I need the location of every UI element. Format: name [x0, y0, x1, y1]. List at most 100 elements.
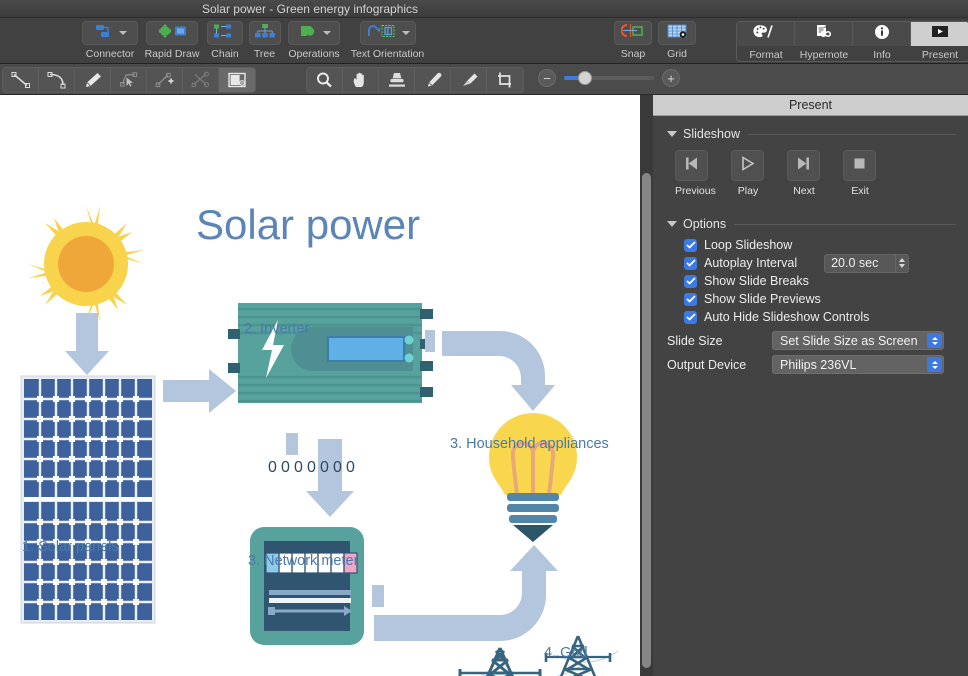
slideshow-section-title: Slideshow	[683, 127, 740, 141]
snap-button[interactable]	[614, 21, 652, 45]
select-arrows-icon[interactable]	[927, 333, 942, 348]
eraser-tool[interactable]	[451, 68, 487, 92]
label-inverter[interactable]: 2. Inverter	[244, 321, 309, 337]
checkbox-checked-icon[interactable]	[684, 238, 697, 252]
info-button[interactable]: Info	[853, 22, 911, 61]
output-device-value: Philips 236VL	[780, 357, 857, 372]
zoom-slider[interactable]	[564, 71, 654, 85]
sun-illustration	[28, 206, 144, 322]
checkbox-checked-icon[interactable]	[684, 274, 697, 288]
delete-node-tool[interactable]	[183, 68, 219, 92]
disclosure-triangle-icon[interactable]	[667, 221, 677, 227]
format-label: Format	[749, 49, 783, 61]
label-grid[interactable]: 4. Grid	[544, 645, 588, 661]
chain-icon	[212, 23, 238, 44]
zoom-in-button[interactable]: +	[662, 69, 680, 87]
toolbar-group-rapid-draw[interactable]: Rapid Draw	[144, 21, 200, 60]
chevron-down-icon[interactable]	[323, 31, 331, 35]
previous-label: Previous	[675, 185, 716, 197]
disclosure-triangle-icon[interactable]	[667, 131, 677, 137]
line-tool[interactable]	[3, 68, 39, 92]
toolbar-group-operations[interactable]: Operations	[285, 21, 343, 60]
tree-label: Tree	[253, 48, 276, 60]
draw-tools-strip	[2, 67, 256, 93]
crop-mask-tool[interactable]	[219, 68, 255, 92]
checkbox-checked-icon[interactable]	[684, 310, 697, 324]
label-household-appliances[interactable]: 3. Household appliances	[450, 436, 609, 452]
app-window: Solar power - Green energy infographics …	[0, 0, 968, 676]
stepper-down-icon[interactable]	[899, 264, 906, 268]
options-section-header[interactable]: Options	[667, 217, 968, 231]
slide-size-select[interactable]: Set Slide Size as Screen	[772, 331, 944, 350]
pen-tool[interactable]	[75, 68, 111, 92]
option-show-slide-previews[interactable]: Show Slide Previews	[684, 290, 968, 308]
hypernote-button[interactable]: Hypernote	[795, 22, 853, 61]
output-device-select[interactable]: Philips 236VL	[772, 355, 944, 374]
exit-label: Exit	[851, 185, 869, 197]
curve-tool[interactable]	[39, 68, 75, 92]
label-solar-panels[interactable]: 1. Solar panels	[22, 539, 119, 555]
text-orientation-button[interactable]: Ŀ	[359, 21, 416, 45]
previous-button[interactable]: Previous	[675, 150, 716, 197]
option-autoplay-interval[interactable]: Autoplay Interval 20.0 sec	[684, 253, 968, 273]
crop-tool[interactable]	[487, 68, 523, 92]
slideshow-buttons: Previous Play Next Exit	[675, 150, 968, 197]
slideshow-section-header[interactable]: Slideshow	[667, 127, 968, 141]
toolbar-group-snap[interactable]: Snap	[612, 21, 654, 60]
present-icon	[927, 24, 953, 44]
select-arrows-icon[interactable]	[927, 357, 942, 372]
zoom-slider-knob[interactable]	[578, 71, 592, 85]
rapid-draw-button[interactable]	[146, 21, 198, 45]
toolbar-group-connector[interactable]: Connector	[82, 21, 138, 60]
canvas-title[interactable]: Solar power	[196, 201, 420, 249]
output-device-label: Output Device	[667, 357, 747, 372]
autoplay-interval-field[interactable]: 20.0 sec	[824, 253, 897, 273]
zoom-tool[interactable]	[307, 68, 343, 92]
toolbar-group-chain[interactable]: Chain	[205, 21, 245, 60]
option-loop-slideshow[interactable]: Loop Slideshow	[684, 236, 968, 254]
toolbar-group-grid[interactable]: Grid	[656, 21, 698, 60]
format-button[interactable]: Format	[737, 22, 795, 61]
chevron-down-icon[interactable]	[401, 31, 410, 35]
stepper-up-icon[interactable]	[899, 258, 906, 262]
next-label: Next	[793, 185, 815, 197]
connector-button[interactable]	[82, 21, 138, 45]
skip-forward-icon	[795, 155, 812, 177]
eyedropper-tool[interactable]	[415, 68, 451, 92]
arrow-panel-to-inverter	[163, 369, 236, 413]
chain-button[interactable]	[207, 21, 243, 45]
text-orientation-icon: Ŀ	[366, 23, 398, 44]
exit-button[interactable]: Exit	[843, 150, 877, 197]
next-button[interactable]: Next	[787, 150, 821, 197]
present-button[interactable]: Present	[911, 22, 968, 61]
checkbox-checked-icon[interactable]	[684, 256, 697, 270]
autoplay-interval-stepper[interactable]: 20.0 sec	[824, 253, 910, 273]
checkbox-checked-icon[interactable]	[684, 292, 697, 306]
add-node-tool[interactable]	[147, 68, 183, 92]
option-auto-hide-controls[interactable]: Auto Hide Slideshow Controls	[684, 308, 968, 326]
stamp-tool[interactable]	[379, 68, 415, 92]
canvas[interactable]: Solar power 1. Solar panels 2. Inverter …	[0, 95, 640, 676]
option-show-slide-breaks[interactable]: Show Slide Breaks	[684, 272, 968, 290]
operations-button[interactable]	[288, 21, 340, 45]
chevron-down-icon[interactable]	[119, 31, 127, 35]
grid-button[interactable]	[658, 21, 696, 45]
canvas-scrollbar-thumb[interactable]	[642, 173, 651, 668]
snap-label: Snap	[620, 48, 646, 60]
panel-header: Present	[653, 95, 968, 116]
toolbar-group-tree[interactable]: Tree	[247, 21, 282, 60]
inverter-label-deco	[286, 433, 298, 455]
auto-hide-controls-label: Auto Hide Slideshow Controls	[704, 310, 870, 324]
output-device-row: Output Device Philips 236VL	[667, 354, 968, 375]
rapid-draw-label: Rapid Draw	[144, 48, 200, 60]
tree-button[interactable]	[249, 21, 281, 45]
meter-digit: 0	[307, 459, 316, 476]
zoom-out-button[interactable]: −	[538, 69, 556, 87]
autoplay-stepper-arrows[interactable]	[896, 253, 910, 273]
info-label: Info	[873, 49, 891, 61]
hand-tool[interactable]	[343, 68, 379, 92]
node-select-tool[interactable]	[111, 68, 147, 92]
label-network-meter[interactable]: 3. Network meter	[248, 553, 358, 569]
play-button[interactable]: Play	[731, 150, 765, 197]
toolbar-group-text-orientation[interactable]: Ŀ Text Orientation	[343, 21, 432, 60]
